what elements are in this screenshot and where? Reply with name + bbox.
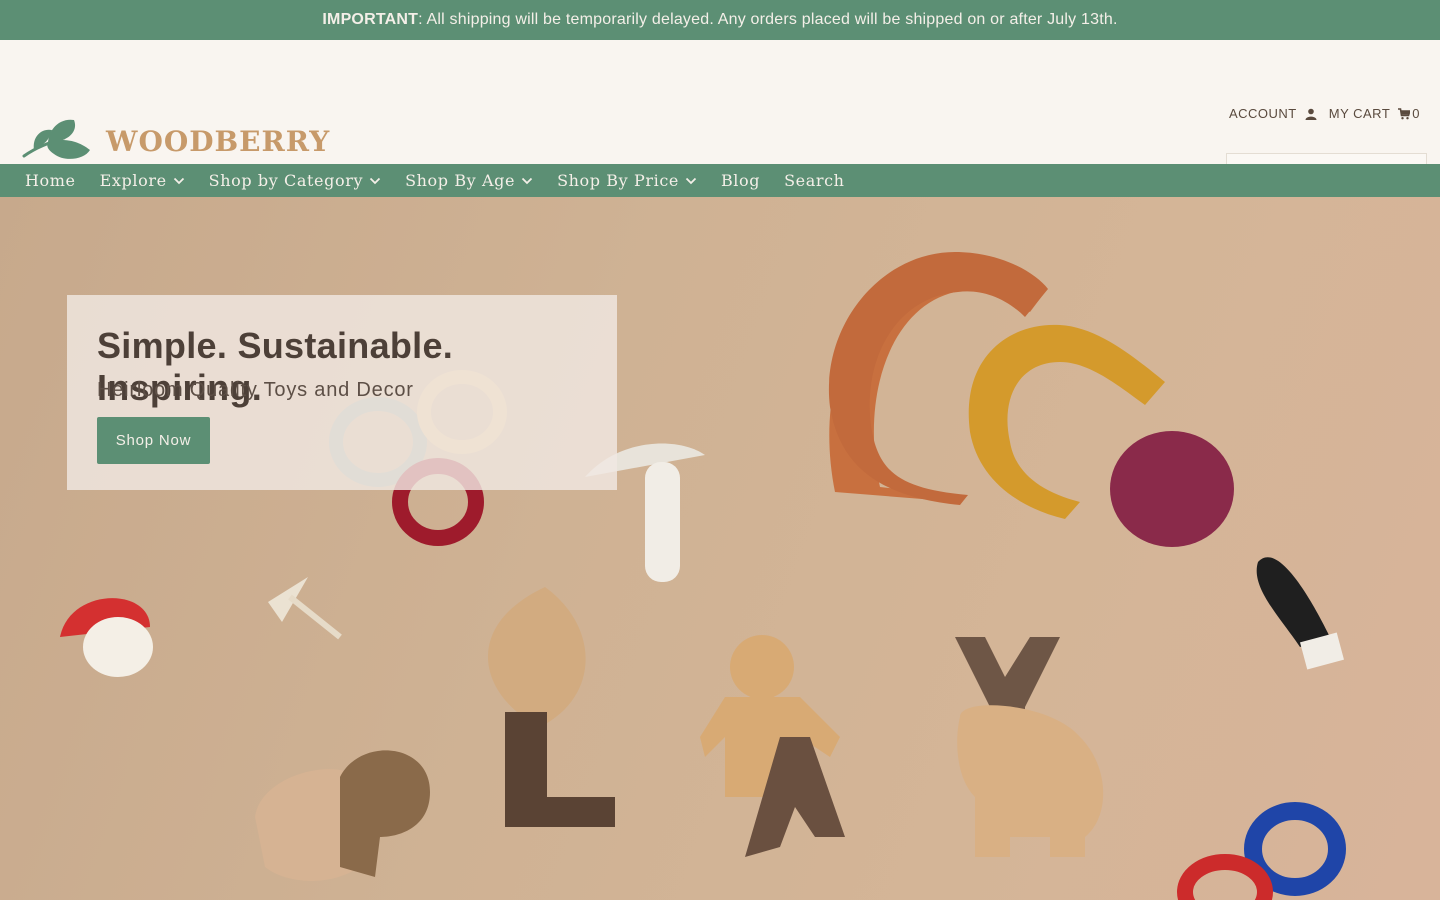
site-header: WOODBERRY ACCOUNT MY CART 0 bbox=[0, 40, 1440, 194]
nav-item-blog[interactable]: Blog bbox=[721, 171, 760, 190]
nav-item-label: Shop By Price bbox=[557, 171, 679, 190]
nav-item-label: Home bbox=[25, 171, 76, 190]
cart-icon bbox=[1398, 107, 1411, 119]
announcement-message: : All shipping will be temporarily delay… bbox=[418, 11, 1118, 28]
hero-banner: Simple. Sustainable. Inspiring. Heirloom… bbox=[0, 197, 1440, 900]
brand-name: WOODBERRY bbox=[106, 124, 331, 158]
nav-item-label: Shop by Category bbox=[208, 171, 364, 190]
hero-overlay: Simple. Sustainable. Inspiring. Heirloom… bbox=[67, 295, 617, 490]
nav-item-home[interactable]: Home bbox=[25, 171, 76, 190]
nav-item-shop-by-price[interactable]: Shop By Price bbox=[557, 171, 697, 190]
nav-item-label: Blog bbox=[720, 171, 761, 190]
nav-item-label: Search bbox=[784, 171, 845, 190]
account-label: ACCOUNT bbox=[1228, 106, 1297, 121]
brand-logo[interactable]: WOODBERRY bbox=[18, 116, 330, 166]
announcement-label: IMPORTANT bbox=[322, 11, 419, 28]
chevron-down-icon bbox=[521, 177, 533, 184]
nav-item-shop-by-category[interactable]: Shop by Category bbox=[209, 171, 381, 190]
cart-link[interactable]: MY CART 0 bbox=[1329, 106, 1420, 121]
hero-subline: Heirloom Quality Toys and Decor bbox=[97, 379, 414, 401]
nav-item-label: Explore bbox=[99, 171, 167, 190]
account-link[interactable]: ACCOUNT bbox=[1229, 106, 1317, 121]
user-icon bbox=[1305, 108, 1317, 120]
main-nav: Home Explore Shop by Category Shop By Ag… bbox=[0, 164, 1440, 197]
nav-item-explore[interactable]: Explore bbox=[100, 171, 185, 190]
shop-now-button[interactable]: Shop Now bbox=[97, 417, 210, 464]
nav-item-shop-by-age[interactable]: Shop By Age bbox=[405, 171, 533, 190]
chevron-down-icon bbox=[369, 177, 381, 184]
cart-count: 0 bbox=[1412, 106, 1420, 121]
chevron-down-icon bbox=[173, 177, 184, 184]
cart-label: MY CART bbox=[1328, 106, 1391, 121]
announcement-bar: IMPORTANT : All shipping will be tempora… bbox=[0, 0, 1440, 40]
utility-links: ACCOUNT MY CART 0 bbox=[1229, 106, 1420, 121]
chevron-down-icon bbox=[685, 177, 697, 184]
nav-item-search[interactable]: Search bbox=[784, 171, 844, 190]
leaf-logo-icon bbox=[22, 119, 90, 159]
nav-item-label: Shop By Age bbox=[405, 171, 516, 190]
